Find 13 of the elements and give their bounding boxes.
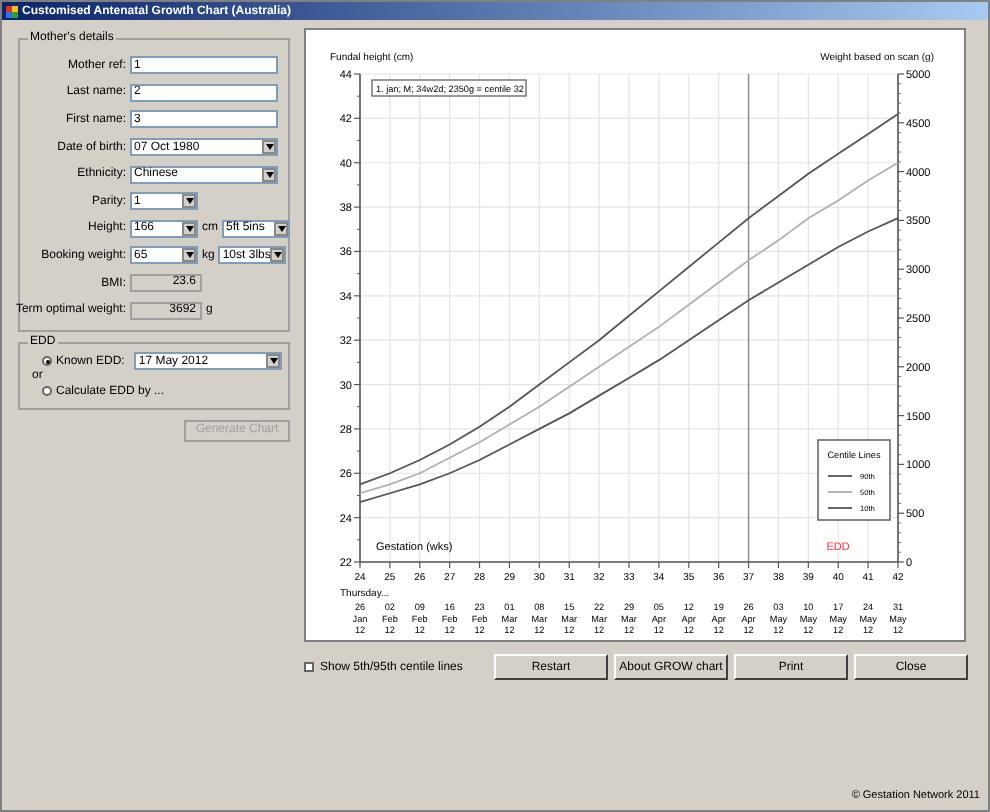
caret-icon [182,194,196,209]
caret-icon [274,221,288,236]
caret-icon [182,248,196,263]
caret-icon [262,167,276,182]
caret-icon [262,140,276,155]
caret-icon [182,221,196,236]
caret-icon [266,354,281,369]
app-icon [6,5,18,17]
checkbox[interactable] [304,662,314,672]
legend-box [817,439,891,521]
radio-button[interactable] [42,356,52,367]
caret-icon [270,248,285,263]
radio-button[interactable] [42,386,52,397]
